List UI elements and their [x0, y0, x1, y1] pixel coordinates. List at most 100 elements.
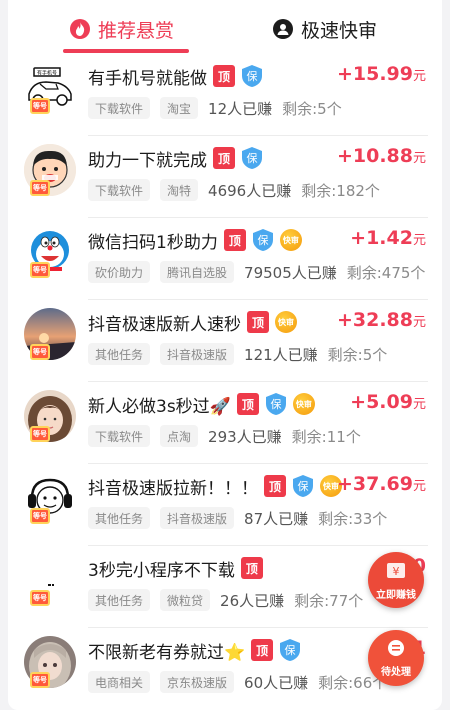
task-tag: 淘特 — [160, 179, 199, 201]
svg-text:保: 保 — [247, 69, 258, 83]
task-avatar: 等号 — [24, 308, 76, 360]
task-avatar: 等号 — [24, 636, 76, 688]
task-item[interactable]: 等号 微信扫码1秒助力 顶 保 快审 +1.42元 砍价助力 腾讯自选股 795… — [8, 218, 442, 300]
shield-icon: 保 — [292, 474, 314, 498]
top-badge: 顶 — [240, 557, 263, 579]
task-meta-row: 其他任务 微粒贷 26人已赚 剩余:77个 — [88, 588, 363, 612]
shield-icon: 保 — [252, 228, 274, 252]
earned-count: 79505人已赚 — [244, 263, 337, 282]
task-item[interactable]: 等号 抖音极速版新人速秒 顶 快审 +32.88元 其他任务 抖音极速版 121… — [8, 300, 442, 382]
task-title: 抖音极速版新人速秒 — [88, 314, 241, 335]
task-title-row: 3秒完小程序不下载 顶 — [88, 555, 263, 581]
task-tag: 抖音极速版 — [160, 507, 235, 529]
task-meta-row: 其他任务 抖音极速版 87人已赚 剩余:33个 — [88, 506, 387, 530]
remaining-count: 剩余:182个 — [301, 181, 380, 200]
earned-count: 121人已赚 — [244, 345, 318, 364]
remaining-count: 剩余:77个 — [294, 591, 364, 610]
top-badge: 顶 — [223, 229, 246, 251]
svg-text:保: 保 — [247, 151, 258, 165]
task-price: +10.88元 — [336, 145, 426, 167]
task-title-row: 不限新老有券就过⭐ 顶 保 — [88, 637, 301, 663]
task-title: 助力一下就完成 — [88, 150, 207, 171]
earn-now-label: 立即赚钱 — [376, 589, 416, 601]
task-price: +5.09元 — [350, 391, 426, 413]
top-badge: 顶 — [213, 147, 235, 169]
task-tag: 腾讯自选股 — [160, 261, 235, 283]
svg-text:¥: ¥ — [393, 565, 400, 578]
task-meta-row: 其他任务 抖音极速版 121人已赚 剩余:5个 — [88, 342, 387, 366]
task-price: +37.69元 — [336, 473, 426, 495]
ribbon-badge: 等号 — [30, 426, 50, 442]
task-meta-row: 下载软件 淘宝 12人已赚 剩余:5个 — [88, 96, 342, 120]
task-title: 新人必做3s秒过🚀 — [88, 396, 231, 417]
ribbon-badge: 等号 — [30, 672, 50, 688]
task-tag: 砍价助力 — [88, 261, 151, 283]
shield-icon: 保 — [279, 638, 301, 662]
wallet-icon: ¥ — [385, 560, 407, 584]
task-title-row: 抖音极速版新人速秒 顶 快审 — [88, 309, 297, 335]
task-price: +1.42元 — [350, 227, 426, 249]
fast-review-badge: 快审 — [275, 311, 297, 333]
top-badge: 顶 — [213, 65, 235, 87]
task-tag: 下载软件 — [88, 425, 151, 447]
top-badge: 顶 — [236, 393, 259, 415]
svg-text:有手机号: 有手机号 — [37, 70, 57, 77]
pending-button[interactable]: 待处理 — [368, 630, 424, 686]
task-tag: 其他任务 — [88, 589, 151, 611]
task-item[interactable]: 有手机号 等号 有手机号就能做 顶 保 +15.99元 下载软件 淘宝 12人已… — [8, 54, 442, 136]
task-title-row: 新人必做3s秒过🚀 顶 保 快审 — [88, 391, 315, 417]
task-meta-row: 砍价助力 腾讯自选股 79505人已赚 剩余:475个 — [88, 260, 425, 284]
task-title: 有手机号就能做 — [88, 68, 207, 89]
svg-text:保: 保 — [270, 397, 281, 411]
remaining-count: 剩余:33个 — [318, 509, 388, 528]
task-title: 微信扫码1秒助力 — [88, 232, 218, 253]
active-tab-indicator — [63, 49, 189, 53]
shield-icon: 保 — [241, 146, 263, 170]
svg-text:保: 保 — [257, 233, 268, 247]
remaining-count: 剩余:475个 — [346, 263, 426, 282]
earned-count: 4696人已赚 — [208, 181, 292, 200]
tab-fast-review[interactable]: 极速快审 — [273, 14, 377, 44]
task-tag: 点淘 — [160, 425, 199, 447]
task-tag: 京东极速版 — [160, 671, 235, 693]
earned-count: 12人已赚 — [208, 99, 273, 118]
task-tag: 抖音极速版 — [160, 343, 235, 365]
remaining-count: 剩余:5个 — [282, 99, 342, 118]
fast-review-badge: 快审 — [279, 229, 302, 251]
task-tag: 下载软件 — [88, 179, 151, 201]
task-item[interactable]: 等号 新人必做3s秒过🚀 顶 保 快审 +5.09元 下载软件 点淘 293人已… — [8, 382, 442, 464]
task-title: 抖音极速版拉新！！！ — [88, 478, 258, 499]
shield-icon: 保 — [265, 392, 287, 416]
tab-recommended[interactable]: 推荐悬赏 — [70, 14, 174, 44]
earned-count: 87人已赚 — [244, 509, 309, 528]
task-title: 不限新老有券就过⭐ — [88, 642, 246, 663]
task-list-card: 推荐悬赏 极速快审 有手机号 等号 有手机号就能做 顶 保 +15.99元 下载… — [8, 0, 442, 710]
task-title-row: 有手机号就能做 顶 保 — [88, 63, 263, 89]
ribbon-badge: 等号 — [30, 180, 50, 196]
task-tag: 淘宝 — [160, 97, 199, 119]
task-tag: 下载软件 — [88, 97, 151, 119]
earn-now-button[interactable]: ¥ 立即赚钱 — [368, 552, 424, 608]
earned-count: 26人已赚 — [220, 591, 285, 610]
task-title-row: 微信扫码1秒助力 顶 保 快审 — [88, 227, 302, 253]
fast-review-badge: 快审 — [292, 393, 315, 415]
task-item[interactable]: 等号 助力一下就完成 顶 保 +10.88元 下载软件 淘特 4696人已赚 剩… — [8, 136, 442, 218]
top-badge: 顶 — [247, 311, 269, 333]
task-title-row: 助力一下就完成 顶 保 — [88, 145, 263, 171]
task-meta-row: 下载软件 淘特 4696人已赚 剩余:182个 — [88, 178, 380, 202]
top-badge: 顶 — [251, 639, 274, 661]
earned-count: 60人已赚 — [244, 673, 309, 692]
task-avatar: 等号 — [24, 144, 76, 196]
task-tag: 微粒贷 — [160, 589, 211, 611]
ribbon-badge: 等号 — [30, 98, 50, 114]
task-price: +32.88元 — [336, 309, 426, 331]
list-icon — [386, 639, 406, 661]
ribbon-badge: 等号 — [30, 508, 50, 524]
task-meta-row: 电商相关 京东极速版 60人已赚 剩余:66个 — [88, 670, 387, 694]
tab-fast-review-label: 极速快审 — [301, 19, 378, 42]
top-badge: 顶 — [264, 475, 286, 497]
task-avatar: 等号 — [24, 554, 76, 606]
svg-text:保: 保 — [285, 643, 296, 657]
user-icon — [273, 19, 293, 39]
task-item[interactable]: 等号 抖音极速版拉新！！！ 顶 保 快审 +37.69元 其他任务 抖音极速版 … — [8, 464, 442, 546]
